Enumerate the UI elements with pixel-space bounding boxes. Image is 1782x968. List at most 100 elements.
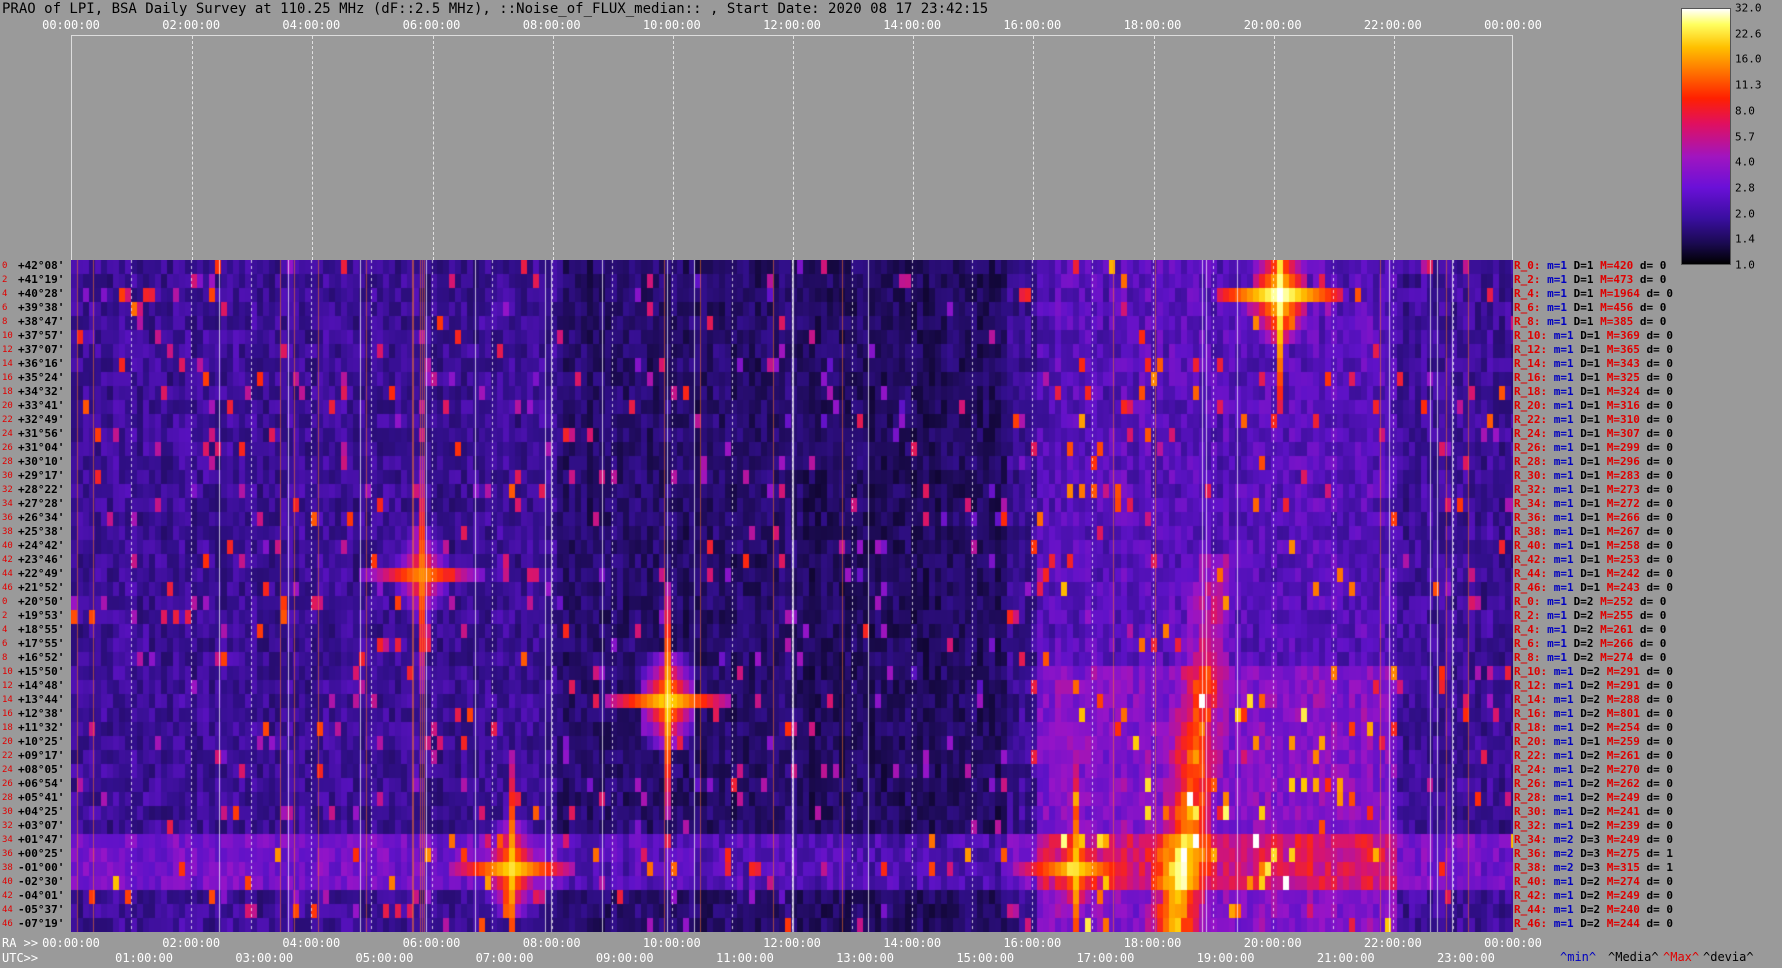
ra-top-tick-label: 04:00:00: [282, 18, 341, 32]
declination-value: +08°05': [18, 763, 65, 776]
declination-value: +15°50': [18, 665, 65, 678]
declination-value: +18°55': [18, 623, 65, 636]
row-stat-m: m=1: [1553, 679, 1581, 692]
utc-tick-label: 17:00:00: [1076, 951, 1135, 965]
row-stat: R_32: m=1 D=2 M=239 d= 0: [1514, 819, 1673, 833]
row-stat-d: D=2: [1573, 609, 1601, 622]
row-stat-mx: M=299: [1606, 441, 1647, 454]
utc-tick-label: 09:00:00: [595, 951, 654, 965]
row-stat-d: D=2: [1580, 749, 1607, 762]
beam-index: 16: [2, 709, 13, 719]
row-stat: R_4: m=1 D=1 M=1964 d= 0: [1514, 287, 1673, 301]
row-stat-r: R_16:: [1514, 371, 1554, 384]
row-stat: R_44: m=1 D=2 M=240 d= 0: [1514, 903, 1673, 917]
beam-index: 10: [2, 667, 13, 677]
row-stat-d: D=2: [1580, 805, 1607, 818]
declination-value: -02°30': [18, 875, 65, 888]
row-stat-d: D=2: [1580, 721, 1607, 734]
colorbar-label: 2.0: [1735, 207, 1755, 221]
row-stat-r: R_20:: [1514, 735, 1554, 748]
row-stat: R_8: m=1 D=2 M=274 d= 0: [1514, 651, 1666, 665]
row-stat-d: D=1: [1580, 567, 1607, 580]
row-stat-d: D=2: [1573, 623, 1601, 636]
row-stat-d: D=1: [1580, 455, 1607, 468]
row-stat-mx: M=325: [1606, 371, 1647, 384]
beam-index: 2: [2, 611, 8, 621]
row-stat: R_38: m=2 D=3 M=315 d= 1: [1514, 861, 1673, 875]
row-stat-d: D=1: [1573, 259, 1601, 272]
row-stat: R_40: m=1 D=1 M=258 d= 0: [1514, 539, 1673, 553]
row-stat-mx: M=365: [1606, 343, 1647, 356]
row-stat-m: m=1: [1553, 777, 1581, 790]
row-stat-r: R_44:: [1514, 567, 1554, 580]
colorbar-label: 4.0: [1735, 155, 1755, 169]
colorbar-label: 8.0: [1735, 104, 1755, 118]
row-stat-dev: d= 0: [1646, 385, 1674, 398]
row-stat-dev: d= 0: [1646, 581, 1674, 594]
row-stat-d: D=2: [1580, 679, 1607, 692]
heatmap-canvas: [71, 260, 1513, 932]
row-stat-m: m=1: [1553, 567, 1581, 580]
row-stat-mx: M=316: [1606, 399, 1647, 412]
row-stat-d: D=2: [1573, 595, 1601, 608]
top-panel-gridline: [1273, 36, 1275, 260]
row-stat: R_22: m=1 D=2 M=261 d= 0: [1514, 749, 1673, 763]
row-stat-dev: d= 0: [1646, 917, 1674, 930]
ra-bottom-tick-label: 12:00:00: [763, 936, 821, 950]
row-stat-r: R_26:: [1514, 441, 1554, 454]
row-stat-mx: M=307: [1606, 427, 1647, 440]
row-stat-mx: M=241: [1606, 805, 1647, 818]
row-stat-m: m=1: [1553, 455, 1581, 468]
row-stat-m: m=1: [1553, 357, 1581, 370]
row-stat: R_8: m=1 D=1 M=385 d= 0: [1514, 315, 1666, 329]
row-stat-d: D=3: [1580, 833, 1607, 846]
row-stat-d: D=1: [1580, 735, 1607, 748]
row-stat-mx: M=288: [1606, 693, 1647, 706]
row-stat-r: R_6:: [1514, 637, 1548, 650]
row-stat: R_20: m=1 D=1 M=316 d= 0: [1514, 399, 1673, 413]
declination-value: +41°19': [18, 273, 65, 286]
beam-index: 24: [2, 765, 13, 775]
row-stat-d: D=1: [1580, 511, 1607, 524]
row-stat-d: D=2: [1580, 917, 1607, 930]
declination-value: +31°04': [18, 441, 65, 454]
row-stat-dev: d= 0: [1646, 875, 1674, 888]
declination-value: +10°25': [18, 735, 65, 748]
row-stat-dev: d= 0: [1646, 903, 1674, 916]
row-stat-r: R_34:: [1514, 497, 1554, 510]
declination-value: +20°50': [18, 595, 65, 608]
ra-bottom-tick-label: 00:00:00: [42, 936, 100, 950]
declination-value: +06°54': [18, 777, 65, 790]
declination-value: +03°07': [18, 819, 65, 832]
row-stat-r: R_14:: [1514, 693, 1554, 706]
declination-value: +32°49': [18, 413, 65, 426]
row-stat-r: R_34:: [1514, 833, 1554, 846]
row-stat-mx: M=266: [1600, 637, 1640, 650]
row-stat-mx: M=249: [1606, 791, 1647, 804]
row-stat-mx: M=1964: [1600, 287, 1647, 300]
row-stat-dev: d= 0: [1646, 413, 1674, 426]
beam-index: 2: [2, 275, 8, 285]
row-stat-d: D=1: [1573, 273, 1601, 286]
row-stat-r: R_24:: [1514, 763, 1554, 776]
row-stat-d: D=2: [1580, 763, 1607, 776]
row-stat-dev: d= 0: [1639, 651, 1667, 664]
row-stat-mx: M=262: [1606, 777, 1647, 790]
row-stat: R_2: m=1 D=2 M=255 d= 0: [1514, 609, 1666, 623]
declination-value: +14°48': [18, 679, 65, 692]
row-stat-dev: d= 0: [1646, 427, 1674, 440]
row-stat-m: m=1: [1553, 665, 1581, 678]
legend-min: ^min^: [1560, 950, 1597, 964]
beam-index: 4: [2, 625, 8, 635]
row-stat-r: R_46:: [1514, 917, 1554, 930]
row-stat: R_40: m=1 D=2 M=274 d= 0: [1514, 875, 1673, 889]
row-stat-d: D=1: [1573, 301, 1601, 314]
row-stat-r: R_18:: [1514, 721, 1554, 734]
row-stat-r: R_42:: [1514, 889, 1554, 902]
row-stat: R_44: m=1 D=1 M=242 d= 0: [1514, 567, 1673, 581]
declination-value: +26°34': [18, 511, 65, 524]
row-stat-m: m=1: [1553, 329, 1581, 342]
ra-bottom-tick-label: 08:00:00: [522, 936, 581, 950]
row-stat-r: R_24:: [1514, 427, 1554, 440]
row-stat: R_10: m=1 D=2 M=291 d= 0: [1514, 665, 1673, 679]
